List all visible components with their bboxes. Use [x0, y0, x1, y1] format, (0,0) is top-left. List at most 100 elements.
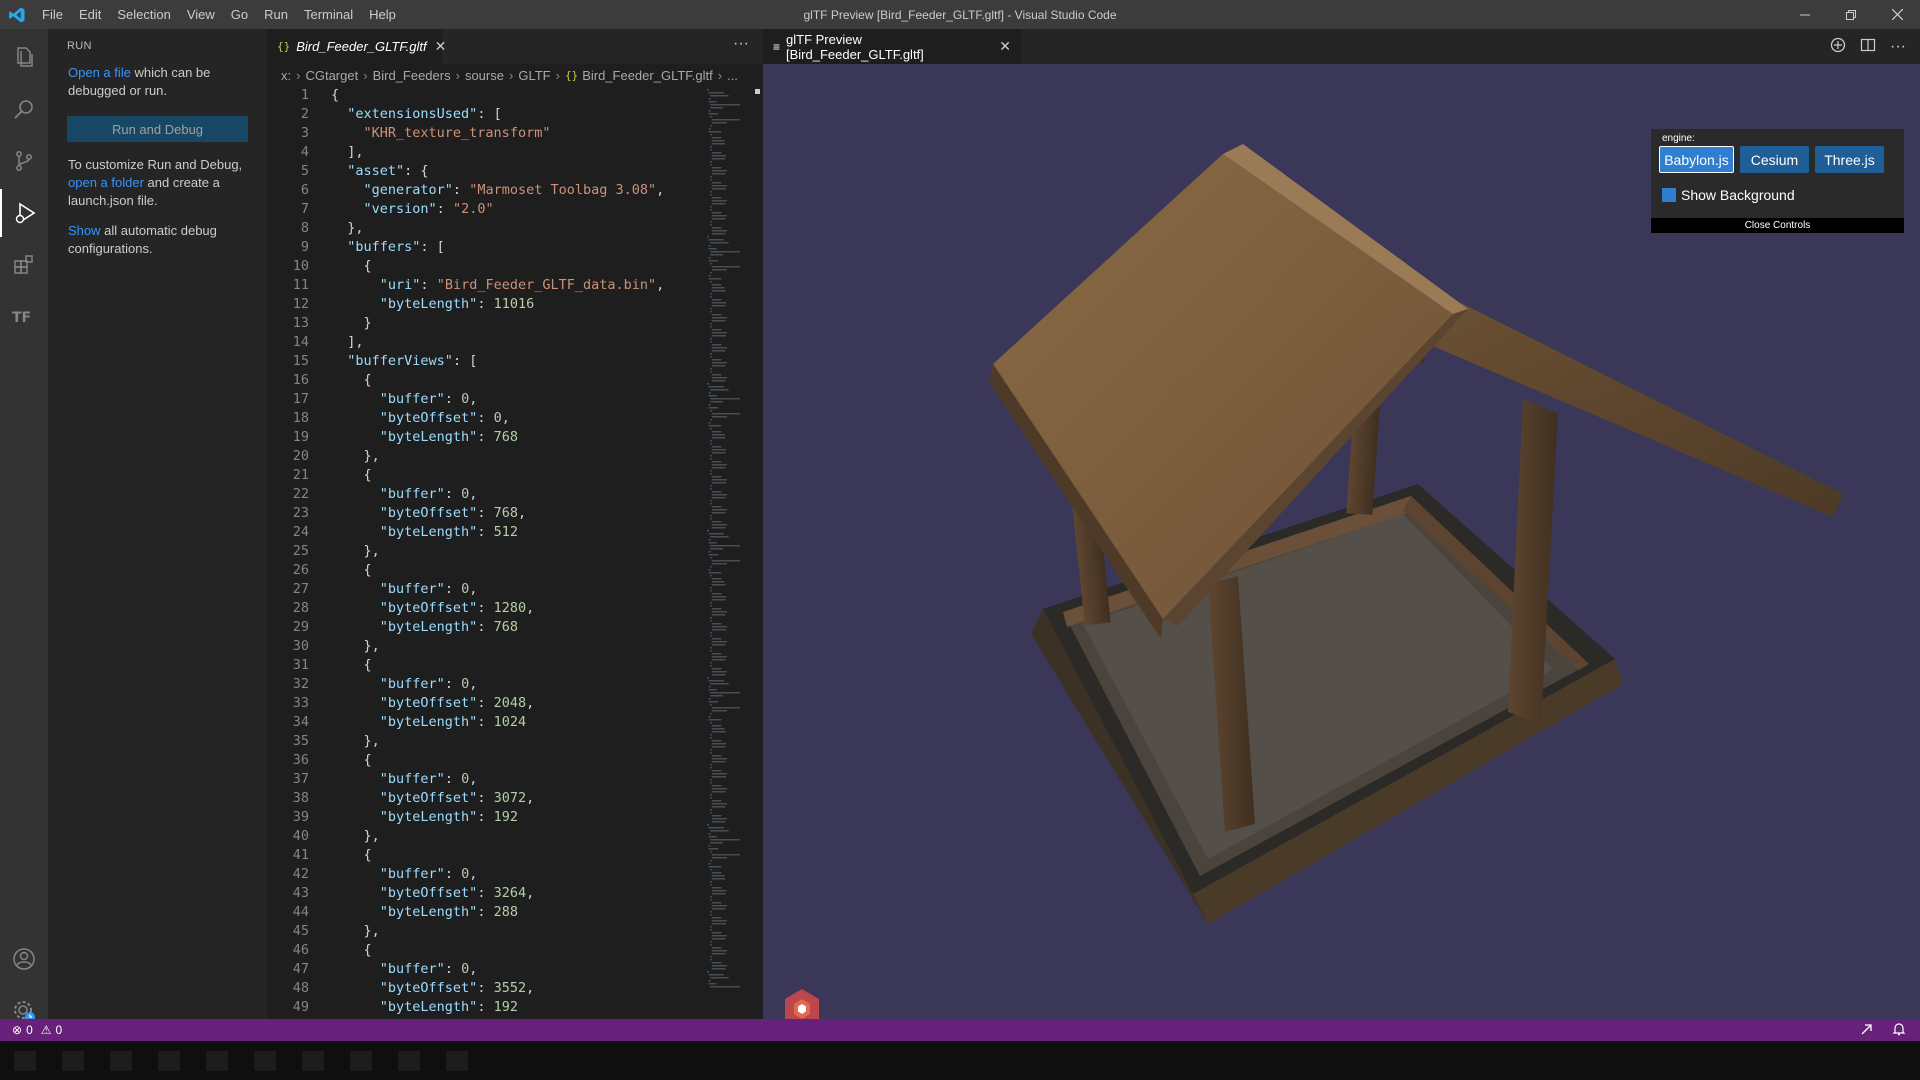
gltf-icon[interactable] [1830, 37, 1846, 56]
run-debug-icon[interactable] [0, 189, 48, 237]
code-line[interactable]: 10 { [267, 257, 697, 276]
code-line[interactable]: 45 }, [267, 922, 697, 941]
breadcrumb-item[interactable]: sourse [465, 68, 504, 83]
menu-run[interactable]: Run [256, 0, 296, 29]
breadcrumb-item[interactable]: GLTF [518, 68, 550, 83]
menu-file[interactable]: File [34, 0, 71, 29]
engine-threejs-button[interactable]: Three.js [1815, 146, 1884, 173]
more-actions-icon[interactable]: ··· [733, 29, 749, 64]
code-line[interactable]: 35 }, [267, 732, 697, 751]
problems-indicator[interactable]: ⊗ 0 ⚠ 0 [0, 1023, 62, 1037]
code-line[interactable]: 38 "byteOffset": 3072, [267, 789, 697, 808]
split-editor-icon[interactable] [1860, 37, 1876, 56]
code-line[interactable]: 23 "byteOffset": 768, [267, 504, 697, 523]
menu-terminal[interactable]: Terminal [296, 0, 361, 29]
code-line[interactable]: 32 "buffer": 0, [267, 675, 697, 694]
taskbar-app-icon[interactable] [110, 1051, 132, 1071]
code-line[interactable]: 9 "buffers": [ [267, 238, 697, 257]
taskbar-app-icon[interactable] [254, 1051, 276, 1071]
engine-cesium-button[interactable]: Cesium [1740, 146, 1809, 173]
taskbar-app-icon[interactable] [14, 1051, 36, 1071]
source-control-icon[interactable] [0, 137, 48, 185]
taskbar-app-icon[interactable] [302, 1051, 324, 1071]
close-tab-icon[interactable]: ✕ [999, 38, 1011, 55]
code-line[interactable]: 20 }, [267, 447, 697, 466]
code-line[interactable]: 27 "buffer": 0, [267, 580, 697, 599]
code-line[interactable]: 30 }, [267, 637, 697, 656]
minimap[interactable] [703, 86, 763, 1019]
taskbar-app-icon[interactable] [206, 1051, 228, 1071]
taskbar-app-icon[interactable] [62, 1051, 84, 1071]
scrollbar-thumb[interactable] [755, 89, 760, 94]
show-configs-link[interactable]: Show [68, 223, 101, 238]
code-line[interactable]: 37 "buffer": 0, [267, 770, 697, 789]
taskbar-app-icon[interactable] [446, 1051, 468, 1071]
code-line[interactable]: 17 "buffer": 0, [267, 390, 697, 409]
terraform-icon[interactable]: TF [0, 293, 48, 341]
code-line[interactable]: 48 "byteOffset": 3552, [267, 979, 697, 998]
show-background-toggle[interactable]: Show Background [1662, 187, 1795, 203]
breadcrumb-item[interactable]: Bird_Feeder_GLTF.gltf [582, 68, 713, 83]
code-line[interactable]: 13 } [267, 314, 697, 333]
breadcrumb-item[interactable]: ... [727, 68, 738, 83]
menu-view[interactable]: View [179, 0, 223, 29]
code-line[interactable]: 14 ], [267, 333, 697, 352]
close-window-icon[interactable] [1874, 0, 1920, 29]
tab-bird-feeder-gltf[interactable]: {} Bird_Feeder_GLTF.gltf ✕ [267, 29, 446, 64]
code-line[interactable]: 6 "generator": "Marmoset Toolbag 3.08", [267, 181, 697, 200]
code-line[interactable]: 28 "byteOffset": 1280, [267, 599, 697, 618]
code-line[interactable]: 26 { [267, 561, 697, 580]
live-share-icon[interactable] [1860, 1022, 1874, 1039]
taskbar-app-icon[interactable] [158, 1051, 180, 1071]
code-line[interactable]: 40 }, [267, 827, 697, 846]
code-line[interactable]: 31 { [267, 656, 697, 675]
code-line[interactable]: 29 "byteLength": 768 [267, 618, 697, 637]
taskbar-app-icon[interactable] [350, 1051, 372, 1071]
code-line[interactable]: 11 "uri": "Bird_Feeder_GLTF_data.bin", [267, 276, 697, 295]
code-line[interactable]: 49 "byteLength": 192 [267, 998, 697, 1017]
code-editor[interactable]: 1{2 "extensionsUsed": [3 "KHR_texture_tr… [267, 86, 697, 1019]
code-line[interactable]: 16 { [267, 371, 697, 390]
show-background-checkbox[interactable] [1662, 188, 1676, 202]
code-line[interactable]: 8 }, [267, 219, 697, 238]
code-line[interactable]: 5 "asset": { [267, 162, 697, 181]
code-line[interactable]: 46 { [267, 941, 697, 960]
code-line[interactable]: 22 "buffer": 0, [267, 485, 697, 504]
restore-icon[interactable] [1828, 0, 1874, 29]
close-tab-icon[interactable]: ✕ [435, 38, 447, 55]
code-line[interactable]: 25 }, [267, 542, 697, 561]
open-folder-link[interactable]: open a folder [68, 175, 144, 190]
search-icon[interactable] [0, 85, 48, 133]
code-line[interactable]: 3 "KHR_texture_transform" [267, 124, 697, 143]
breadcrumb-item[interactable]: x: [281, 68, 291, 83]
code-line[interactable]: 33 "byteOffset": 2048, [267, 694, 697, 713]
code-line[interactable]: 4 ], [267, 143, 697, 162]
more-actions-icon[interactable]: ··· [1890, 38, 1906, 56]
open-file-link[interactable]: Open a file [68, 65, 131, 80]
minimize-icon[interactable] [1782, 0, 1828, 29]
3d-viewport[interactable]: engine: Babylon.js Cesium Three.js Show … [763, 64, 1920, 1029]
engine-babylon-button[interactable]: Babylon.js [1659, 146, 1734, 173]
code-line[interactable]: 21 { [267, 466, 697, 485]
code-line[interactable]: 34 "byteLength": 1024 [267, 713, 697, 732]
explorer-icon[interactable] [0, 33, 48, 81]
menu-selection[interactable]: Selection [109, 0, 178, 29]
code-line[interactable]: 24 "byteLength": 512 [267, 523, 697, 542]
code-line[interactable]: 43 "byteOffset": 3264, [267, 884, 697, 903]
tab-gltf-preview[interactable]: ≡ glTF Preview [Bird_Feeder_GLTF.gltf] ✕ [763, 29, 1021, 64]
code-line[interactable]: 19 "byteLength": 768 [267, 428, 697, 447]
menu-go[interactable]: Go [223, 0, 256, 29]
breadcrumb-item[interactable]: CGtarget [305, 68, 358, 83]
menu-help[interactable]: Help [361, 0, 404, 29]
notifications-bell-icon[interactable] [1892, 1022, 1906, 1039]
account-icon[interactable] [0, 935, 48, 983]
close-controls-button[interactable]: Close Controls [1651, 218, 1904, 233]
code-line[interactable]: 36 { [267, 751, 697, 770]
run-and-debug-button[interactable]: Run and Debug [67, 116, 248, 142]
code-line[interactable]: 47 "buffer": 0, [267, 960, 697, 979]
code-line[interactable]: 2 "extensionsUsed": [ [267, 105, 697, 124]
code-line[interactable]: 39 "byteLength": 192 [267, 808, 697, 827]
extensions-icon[interactable] [0, 241, 48, 289]
menu-edit[interactable]: Edit [71, 0, 109, 29]
code-line[interactable]: 15 "bufferViews": [ [267, 352, 697, 371]
